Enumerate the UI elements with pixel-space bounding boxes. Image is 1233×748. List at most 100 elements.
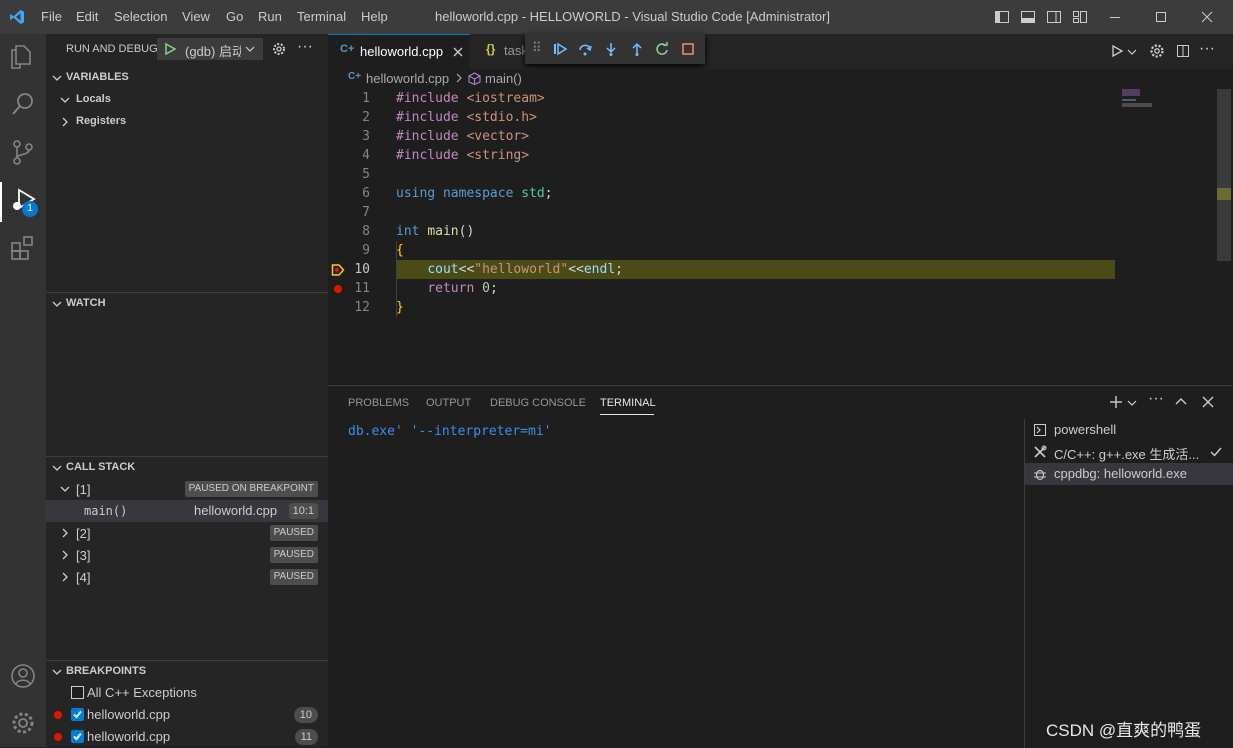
run-file-icon[interactable] xyxy=(1110,44,1124,58)
step-over-icon[interactable] xyxy=(578,42,592,56)
step-into-icon[interactable] xyxy=(604,42,618,56)
editor-scrollbar[interactable] xyxy=(1217,89,1231,261)
restart-icon[interactable] xyxy=(655,42,669,56)
variables-registers[interactable]: Registers xyxy=(46,111,328,133)
tab-output[interactable]: OUTPUT xyxy=(426,397,471,409)
menu-go[interactable]: Go xyxy=(226,0,243,34)
watch-section-header[interactable]: WATCH xyxy=(46,292,328,315)
menu-view[interactable]: View xyxy=(182,0,210,34)
start-debugging-icon[interactable] xyxy=(163,42,177,56)
code-line[interactable]: #include <vector> xyxy=(396,129,529,144)
code-editor[interactable]: 1 #include <iostream> 2 #include <stdio.h> 3… xyxy=(328,89,1233,385)
code-line[interactable]: int main() xyxy=(396,224,474,239)
editor-tab-bar: C+ helloworld.cpp {} tasks.json ⠿ ··· xyxy=(328,34,1233,69)
breakpoint-line-badge: 11 xyxy=(294,729,318,745)
active-tab-underline xyxy=(600,414,654,415)
minimap[interactable] xyxy=(1122,89,1217,385)
breakpoint-item[interactable]: helloworld.cpp 11 xyxy=(46,726,328,748)
close-icon[interactable] xyxy=(1199,9,1215,25)
menu-terminal[interactable]: Terminal xyxy=(297,0,346,34)
menu-help[interactable]: Help xyxy=(361,0,388,34)
code-line[interactable]: } xyxy=(396,300,404,315)
code-line[interactable]: { xyxy=(396,243,404,258)
breakpoint-item[interactable]: All C++ Exceptions xyxy=(46,682,328,704)
search-icon[interactable] xyxy=(7,88,39,120)
menu-run[interactable]: Run xyxy=(258,0,282,34)
menu-file[interactable]: File xyxy=(41,0,62,34)
tab-tasks-json[interactable]: {} tasks.json xyxy=(470,34,525,69)
code-token: return xyxy=(427,281,483,296)
settings-gear-icon[interactable] xyxy=(272,42,286,56)
toggle-secondary-sidebar-icon[interactable] xyxy=(1046,9,1062,25)
code-line[interactable]: #include <stdio.h> xyxy=(396,110,537,125)
code-line[interactable]: #include <string> xyxy=(396,148,529,163)
toggle-primary-sidebar-icon[interactable] xyxy=(994,9,1010,25)
tab-problems[interactable]: PROBLEMS xyxy=(348,397,409,409)
json-file-icon: {} xyxy=(486,42,496,56)
line-number: 10 xyxy=(354,262,370,277)
explorer-icon[interactable] xyxy=(7,40,39,72)
minimize-icon[interactable] xyxy=(1107,9,1123,25)
callstack-section-header[interactable]: CALL STACK xyxy=(46,456,328,479)
code-token: #include xyxy=(396,91,467,106)
code-token: endl xyxy=(583,262,616,277)
thread-item[interactable]: [1] PAUSED ON BREAKPOINT xyxy=(46,478,328,500)
checkbox-checked[interactable] xyxy=(71,708,84,721)
new-terminal-plus-icon[interactable] xyxy=(1109,395,1123,409)
continue-icon[interactable] xyxy=(553,42,567,56)
accounts-icon[interactable] xyxy=(7,660,39,692)
breadcrumb-symbol[interactable]: main() xyxy=(485,71,522,86)
drag-handle-icon[interactable]: ⠿ xyxy=(532,40,542,56)
extensions-icon[interactable] xyxy=(7,232,39,264)
manage-gear-icon[interactable] xyxy=(7,707,39,739)
customize-layout-icon[interactable] xyxy=(1072,9,1088,25)
variables-section-header[interactable]: VARIABLES xyxy=(46,67,328,89)
tab-debug-console[interactable]: DEBUG CONSOLE xyxy=(490,397,586,409)
tab-terminal[interactable]: TERMINAL xyxy=(600,397,656,409)
breadcrumb-file[interactable]: helloworld.cpp xyxy=(366,71,449,86)
split-editor-icon[interactable] xyxy=(1175,43,1191,59)
debug-config-select[interactable]: (gdb) 启动 xyxy=(157,38,263,60)
close-panel-icon[interactable] xyxy=(1201,395,1215,409)
terminal-list-item[interactable]: C/C++: g++.exe 生成活... xyxy=(1025,441,1233,463)
maximize-icon[interactable] xyxy=(1153,9,1169,25)
code-line[interactable]: using namespace std; xyxy=(396,186,560,201)
menu-edit[interactable]: Edit xyxy=(76,0,98,34)
tab-helloworld-cpp[interactable]: C+ helloworld.cpp xyxy=(328,34,470,69)
checkbox-checked[interactable] xyxy=(71,730,84,743)
settings-gear-icon[interactable] xyxy=(1149,43,1165,59)
chevron-down-icon[interactable] xyxy=(1127,47,1137,57)
close-tab-icon[interactable] xyxy=(452,46,464,58)
chevron-down-icon[interactable] xyxy=(1127,398,1137,408)
thread-item[interactable]: [2] PAUSED xyxy=(46,522,328,544)
debug-badge: 1 xyxy=(22,201,38,217)
more-actions-icon[interactable]: ··· xyxy=(297,38,313,56)
maximize-panel-icon[interactable] xyxy=(1174,395,1188,409)
code-token: #include xyxy=(396,110,467,125)
toggle-panel-icon[interactable] xyxy=(1020,9,1036,25)
breakpoints-section-header[interactable]: BREAKPOINTS xyxy=(46,660,328,683)
terminal-list-item[interactable]: powershell xyxy=(1025,419,1233,441)
terminal-output[interactable]: db.exe' '--interpreter=mi' xyxy=(348,424,552,439)
variables-locals[interactable]: Locals xyxy=(46,89,328,111)
code-line[interactable]: cout<<"helloworld"<<endl; xyxy=(396,262,623,277)
active-indicator xyxy=(0,182,2,222)
breakpoint-label: helloworld.cpp xyxy=(87,707,171,722)
more-actions-icon[interactable]: ··· xyxy=(1148,390,1164,408)
more-actions-icon[interactable]: ··· xyxy=(1199,40,1215,58)
terminal-list-item[interactable]: cppdbg: helloworld.exe xyxy=(1025,463,1233,485)
source-control-icon[interactable] xyxy=(7,136,39,168)
stop-icon[interactable] xyxy=(681,42,695,56)
breakpoint-item[interactable]: helloworld.cpp 10 xyxy=(46,704,328,726)
checkbox[interactable] xyxy=(71,686,84,699)
stack-frame-item[interactable]: main() helloworld.cpp 10:1 xyxy=(46,500,328,522)
code-line[interactable]: return 0; xyxy=(396,281,497,296)
cpp-file-icon: C+ xyxy=(340,43,355,55)
step-out-icon[interactable] xyxy=(630,42,644,56)
debug-bug-icon xyxy=(1034,469,1046,481)
thread-item[interactable]: [3] PAUSED xyxy=(46,544,328,566)
menu-selection[interactable]: Selection xyxy=(114,0,167,34)
thread-item[interactable]: [4] PAUSED xyxy=(46,566,328,588)
code-line[interactable]: #include <iostream> xyxy=(396,91,545,106)
